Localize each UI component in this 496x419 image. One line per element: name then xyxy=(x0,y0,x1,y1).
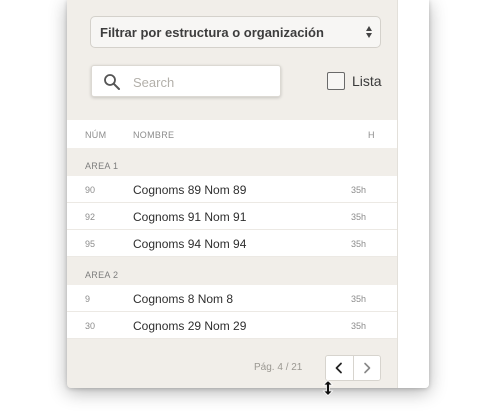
table-row[interactable]: 9 Cognoms 8 Nom 8 35h xyxy=(67,285,397,312)
group-header: AREA 2 xyxy=(67,257,397,285)
row-name: Cognoms 8 Nom 8 xyxy=(133,292,234,306)
staff-table: NÚM NOMBRE H AREA 1 90 Cognoms 89 Nom 89… xyxy=(67,120,397,339)
structure-filter-select[interactable]: Filtrar por estructura o organización xyxy=(90,16,381,48)
search-box[interactable] xyxy=(91,65,281,97)
row-hours: 35h xyxy=(351,185,367,195)
row-hours: 35h xyxy=(351,294,367,304)
list-toggle[interactable]: Lista xyxy=(327,72,382,90)
group-label: AREA 2 xyxy=(85,270,119,280)
row-num: 92 xyxy=(85,212,96,222)
row-num: 30 xyxy=(85,321,96,331)
table-header: NÚM NOMBRE H xyxy=(67,120,397,148)
table-row[interactable]: 92 Cognoms 91 Nom 91 35h xyxy=(67,203,397,230)
next-page-button[interactable] xyxy=(352,356,380,380)
column-header-name[interactable]: NOMBRE xyxy=(133,130,174,140)
search-input[interactable] xyxy=(133,72,273,92)
row-hours: 35h xyxy=(351,321,367,331)
side-strip xyxy=(397,0,429,388)
table-row[interactable]: 90 Cognoms 89 Nom 89 35h xyxy=(67,176,397,203)
row-num: 9 xyxy=(85,294,91,304)
row-name: Cognoms 94 Nom 94 xyxy=(133,237,247,251)
pagination-label: Pág. 4 / 21 xyxy=(254,362,303,373)
row-name: Cognoms 91 Nom 91 xyxy=(133,210,247,224)
select-arrows-icon xyxy=(365,24,373,40)
list-checkbox-label: Lista xyxy=(352,73,382,89)
resize-cursor-icon xyxy=(322,380,334,396)
pagination-controls xyxy=(325,355,381,381)
row-name: Cognoms 29 Nom 29 xyxy=(133,319,247,333)
column-header-num[interactable]: NÚM xyxy=(85,130,106,140)
row-name: Cognoms 89 Nom 89 xyxy=(133,183,247,197)
group-label: AREA 1 xyxy=(85,161,119,171)
row-num: 90 xyxy=(85,185,96,195)
table-row[interactable]: 30 Cognoms 29 Nom 29 35h xyxy=(67,312,397,339)
row-hours: 35h xyxy=(351,239,367,249)
structure-filter-value: Filtrar por estructura o organización xyxy=(100,24,324,40)
table-row[interactable]: 95 Cognoms 94 Nom 94 35h xyxy=(67,230,397,257)
search-icon xyxy=(104,74,120,90)
row-hours: 35h xyxy=(351,212,367,222)
group-header: AREA 1 xyxy=(67,148,397,176)
column-header-hours[interactable]: H xyxy=(368,130,375,140)
chevron-right-icon xyxy=(364,362,371,374)
prev-page-button[interactable] xyxy=(326,356,353,380)
staff-panel: Filtrar por estructura o organización Li… xyxy=(67,0,429,388)
list-checkbox[interactable] xyxy=(327,72,345,90)
chevron-left-icon xyxy=(336,362,343,374)
row-num: 95 xyxy=(85,239,96,249)
